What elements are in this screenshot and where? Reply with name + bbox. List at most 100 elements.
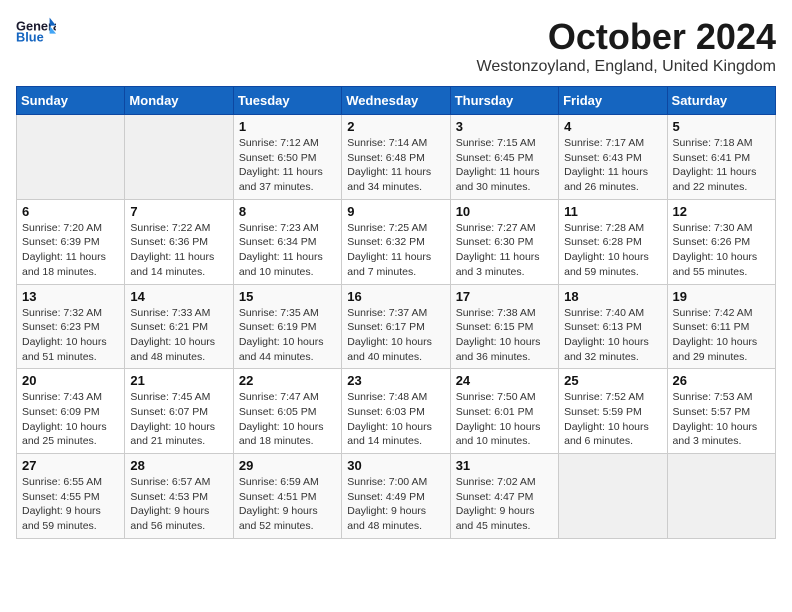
day-info: Sunrise: 7:28 AM Sunset: 6:28 PM Dayligh… <box>564 221 661 280</box>
weekday-header-cell: Sunday <box>17 87 125 115</box>
day-info: Sunrise: 7:35 AM Sunset: 6:19 PM Dayligh… <box>239 306 336 365</box>
calendar-week-row: 20 Sunrise: 7:43 AM Sunset: 6:09 PM Dayli… <box>17 369 776 454</box>
day-number: 14 <box>130 289 227 304</box>
day-number: 17 <box>456 289 553 304</box>
day-info: Sunrise: 7:43 AM Sunset: 6:09 PM Dayligh… <box>22 390 119 449</box>
day-info: Sunrise: 7:37 AM Sunset: 6:17 PM Dayligh… <box>347 306 444 365</box>
day-number: 8 <box>239 204 336 219</box>
day-info: Sunrise: 7:42 AM Sunset: 6:11 PM Dayligh… <box>673 306 770 365</box>
calendar-day-cell: 14 Sunrise: 7:33 AM Sunset: 6:21 PM Dayli… <box>125 284 233 369</box>
day-number: 12 <box>673 204 770 219</box>
calendar-day-cell: 10 Sunrise: 7:27 AM Sunset: 6:30 PM Dayli… <box>450 199 558 284</box>
calendar-week-row: 27 Sunrise: 6:55 AM Sunset: 4:55 PM Dayli… <box>17 454 776 539</box>
day-number: 29 <box>239 458 336 473</box>
calendar-day-cell <box>667 454 775 539</box>
calendar: SundayMondayTuesdayWednesdayThursdayFrid… <box>16 86 776 539</box>
calendar-day-cell <box>17 115 125 200</box>
day-info: Sunrise: 6:55 AM Sunset: 4:55 PM Dayligh… <box>22 475 119 534</box>
day-info: Sunrise: 7:02 AM Sunset: 4:47 PM Dayligh… <box>456 475 553 534</box>
calendar-day-cell: 13Sunrise: 7:32 AM Sunset: 6:23 PM Dayli… <box>17 284 125 369</box>
day-number: 7 <box>130 204 227 219</box>
day-info: Sunrise: 7:00 AM Sunset: 4:49 PM Dayligh… <box>347 475 444 534</box>
day-info: Sunrise: 7:27 AM Sunset: 6:30 PM Dayligh… <box>456 221 553 280</box>
calendar-day-cell: 28 Sunrise: 6:57 AM Sunset: 4:53 PM Dayli… <box>125 454 233 539</box>
day-info: Sunrise: 7:48 AM Sunset: 6:03 PM Dayligh… <box>347 390 444 449</box>
day-info: Sunrise: 7:17 AM Sunset: 6:43 PM Dayligh… <box>564 136 661 195</box>
calendar-day-cell: 24 Sunrise: 7:50 AM Sunset: 6:01 PM Dayli… <box>450 369 558 454</box>
calendar-day-cell: 8 Sunrise: 7:23 AM Sunset: 6:34 PM Daylig… <box>233 199 341 284</box>
logo: General Blue <box>16 16 56 44</box>
day-number: 16 <box>347 289 444 304</box>
weekday-header-cell: Friday <box>559 87 667 115</box>
day-info: Sunrise: 7:50 AM Sunset: 6:01 PM Dayligh… <box>456 390 553 449</box>
calendar-day-cell: 23 Sunrise: 7:48 AM Sunset: 6:03 PM Dayli… <box>342 369 450 454</box>
calendar-day-cell: 22Sunrise: 7:47 AM Sunset: 6:05 PM Dayli… <box>233 369 341 454</box>
day-number: 20 <box>22 373 119 388</box>
day-info: Sunrise: 7:22 AM Sunset: 6:36 PM Dayligh… <box>130 221 227 280</box>
calendar-day-cell: 15 Sunrise: 7:35 AM Sunset: 6:19 PM Dayli… <box>233 284 341 369</box>
calendar-day-cell: 27 Sunrise: 6:55 AM Sunset: 4:55 PM Dayli… <box>17 454 125 539</box>
day-number: 28 <box>130 458 227 473</box>
day-number: 24 <box>456 373 553 388</box>
calendar-day-cell: 2Sunrise: 7:14 AM Sunset: 6:48 PM Daylig… <box>342 115 450 200</box>
calendar-day-cell: 5 Sunrise: 7:18 AM Sunset: 6:41 PM Daylig… <box>667 115 775 200</box>
day-info: Sunrise: 7:33 AM Sunset: 6:21 PM Dayligh… <box>130 306 227 365</box>
calendar-day-cell: 16 Sunrise: 7:37 AM Sunset: 6:17 PM Dayli… <box>342 284 450 369</box>
calendar-day-cell: 29 Sunrise: 6:59 AM Sunset: 4:51 PM Dayli… <box>233 454 341 539</box>
day-number: 27 <box>22 458 119 473</box>
day-number: 31 <box>456 458 553 473</box>
weekday-header-cell: Monday <box>125 87 233 115</box>
day-number: 19 <box>673 289 770 304</box>
calendar-day-cell: 21Sunrise: 7:45 AM Sunset: 6:07 PM Dayli… <box>125 369 233 454</box>
day-info: Sunrise: 7:23 AM Sunset: 6:34 PM Dayligh… <box>239 221 336 280</box>
weekday-header-cell: Saturday <box>667 87 775 115</box>
location-title: Westonzoyland, England, United Kingdom <box>477 58 776 76</box>
calendar-day-cell: 31 Sunrise: 7:02 AM Sunset: 4:47 PM Dayli… <box>450 454 558 539</box>
day-number: 25 <box>564 373 661 388</box>
day-number: 6 <box>22 204 119 219</box>
calendar-day-cell: 9 Sunrise: 7:25 AM Sunset: 6:32 PM Daylig… <box>342 199 450 284</box>
day-info: Sunrise: 6:59 AM Sunset: 4:51 PM Dayligh… <box>239 475 336 534</box>
calendar-day-cell: 12 Sunrise: 7:30 AM Sunset: 6:26 PM Dayli… <box>667 199 775 284</box>
day-number: 1 <box>239 119 336 134</box>
calendar-day-cell: 11 Sunrise: 7:28 AM Sunset: 6:28 PM Dayli… <box>559 199 667 284</box>
day-number: 10 <box>456 204 553 219</box>
calendar-day-cell: 17Sunrise: 7:38 AM Sunset: 6:15 PM Dayli… <box>450 284 558 369</box>
calendar-day-cell: 7 Sunrise: 7:22 AM Sunset: 6:36 PM Daylig… <box>125 199 233 284</box>
calendar-day-cell: 6 Sunrise: 7:20 AM Sunset: 6:39 PM Daylig… <box>17 199 125 284</box>
calendar-week-row: 13Sunrise: 7:32 AM Sunset: 6:23 PM Dayli… <box>17 284 776 369</box>
calendar-day-cell: 30Sunrise: 7:00 AM Sunset: 4:49 PM Dayli… <box>342 454 450 539</box>
calendar-week-row: 6 Sunrise: 7:20 AM Sunset: 6:39 PM Daylig… <box>17 199 776 284</box>
day-info: Sunrise: 7:25 AM Sunset: 6:32 PM Dayligh… <box>347 221 444 280</box>
day-info: Sunrise: 7:47 AM Sunset: 6:05 PM Dayligh… <box>239 390 336 449</box>
day-number: 23 <box>347 373 444 388</box>
day-number: 3 <box>456 119 553 134</box>
day-number: 9 <box>347 204 444 219</box>
day-number: 4 <box>564 119 661 134</box>
calendar-day-cell <box>559 454 667 539</box>
weekday-header-row: SundayMondayTuesdayWednesdayThursdayFrid… <box>17 87 776 115</box>
month-title: October 2024 <box>477 16 776 58</box>
calendar-body: 1 Sunrise: 7:12 AM Sunset: 6:50 PM Daylig… <box>17 115 776 539</box>
calendar-day-cell <box>125 115 233 200</box>
day-info: Sunrise: 7:15 AM Sunset: 6:45 PM Dayligh… <box>456 136 553 195</box>
svg-text:Blue: Blue <box>16 30 44 44</box>
calendar-day-cell: 4 Sunrise: 7:17 AM Sunset: 6:43 PM Daylig… <box>559 115 667 200</box>
calendar-day-cell: 3 Sunrise: 7:15 AM Sunset: 6:45 PM Daylig… <box>450 115 558 200</box>
page-header: General Blue October 2024 Westonzoyland,… <box>16 16 776 76</box>
day-number: 15 <box>239 289 336 304</box>
calendar-day-cell: 1 Sunrise: 7:12 AM Sunset: 6:50 PM Daylig… <box>233 115 341 200</box>
calendar-day-cell: 20 Sunrise: 7:43 AM Sunset: 6:09 PM Dayli… <box>17 369 125 454</box>
day-info: Sunrise: 7:40 AM Sunset: 6:13 PM Dayligh… <box>564 306 661 365</box>
day-number: 11 <box>564 204 661 219</box>
day-info: Sunrise: 7:18 AM Sunset: 6:41 PM Dayligh… <box>673 136 770 195</box>
day-info: Sunrise: 7:32 AM Sunset: 6:23 PM Dayligh… <box>22 306 119 365</box>
day-number: 18 <box>564 289 661 304</box>
day-number: 5 <box>673 119 770 134</box>
title-section: October 2024 Westonzoyland, England, Uni… <box>477 16 776 76</box>
day-info: Sunrise: 6:57 AM Sunset: 4:53 PM Dayligh… <box>130 475 227 534</box>
day-info: Sunrise: 7:12 AM Sunset: 6:50 PM Dayligh… <box>239 136 336 195</box>
calendar-day-cell: 25Sunrise: 7:52 AM Sunset: 5:59 PM Dayli… <box>559 369 667 454</box>
day-info: Sunrise: 7:30 AM Sunset: 6:26 PM Dayligh… <box>673 221 770 280</box>
day-info: Sunrise: 7:20 AM Sunset: 6:39 PM Dayligh… <box>22 221 119 280</box>
